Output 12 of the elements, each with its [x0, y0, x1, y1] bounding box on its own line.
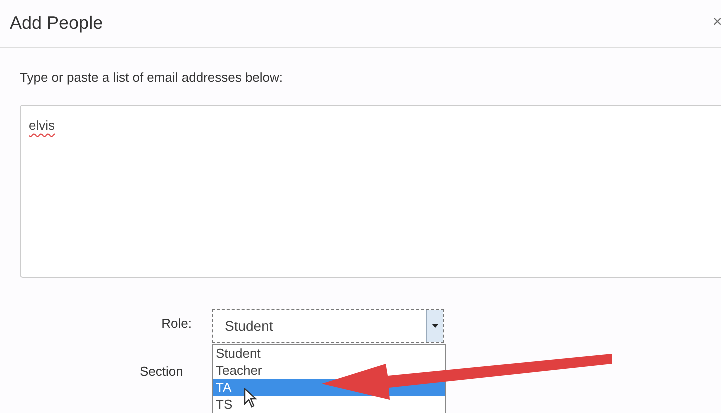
section-label: Section	[140, 364, 184, 379]
dialog-title: Add People	[10, 13, 104, 34]
role-option[interactable]: Student	[213, 345, 264, 362]
close-button[interactable]: ×	[713, 14, 721, 32]
dropdown-caret-icon	[432, 324, 438, 328]
role-select[interactable]: Student	[212, 309, 444, 343]
role-label: Role:	[160, 316, 192, 330]
instructions-text: Type or paste a list of email addresses below:	[20, 70, 284, 85]
role-option[interactable]: Teacher	[213, 362, 266, 379]
role-option[interactable]: TS	[213, 396, 236, 413]
mouse-pointer-icon	[244, 388, 258, 408]
email-input-field[interactable]: elvis	[20, 105, 721, 278]
